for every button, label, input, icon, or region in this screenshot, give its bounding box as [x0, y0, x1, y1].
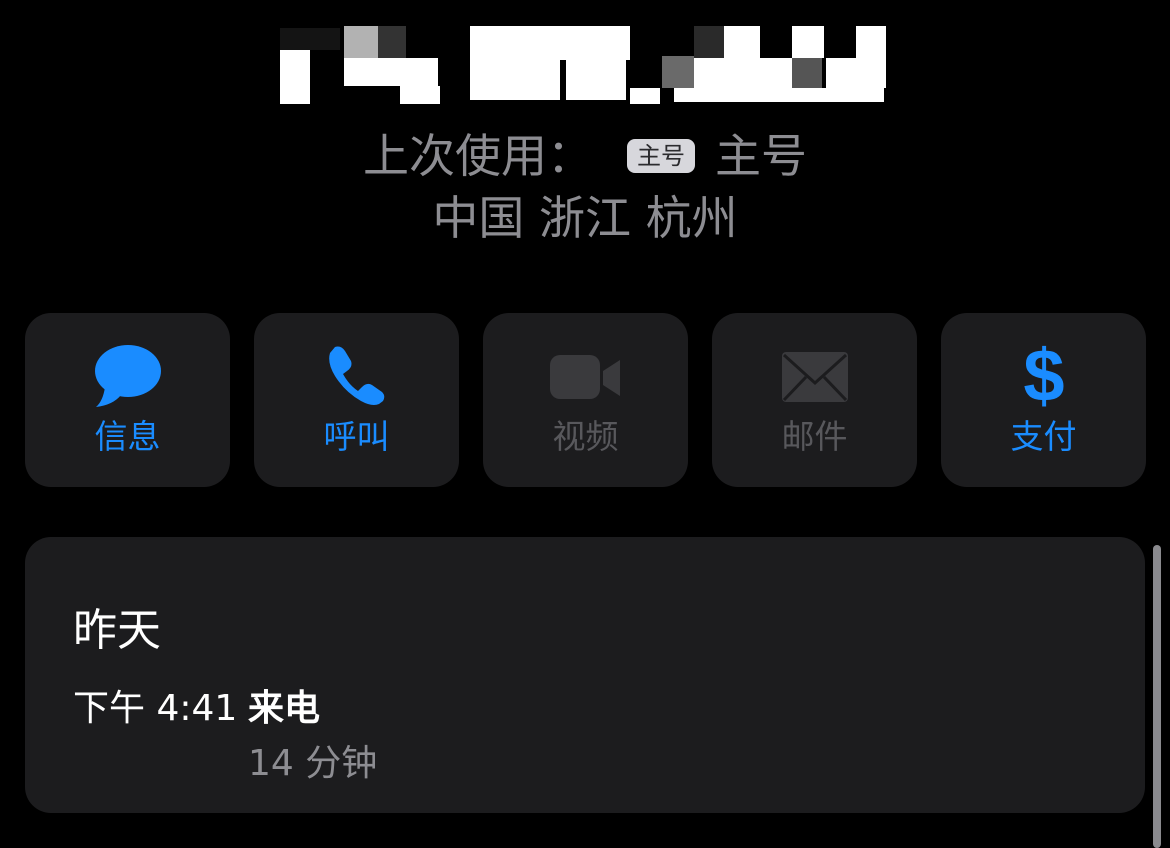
- location-text: 中国 浙江 杭州: [432, 191, 738, 245]
- last-used-line: 上次使用： 主号 主号: [0, 126, 1170, 186]
- call-time: 下午 4:41: [73, 688, 238, 729]
- phone-icon: [254, 343, 459, 413]
- mail-button[interactable]: 邮件: [712, 313, 917, 487]
- call-button[interactable]: 呼叫: [254, 313, 459, 487]
- pay-button-label: 支付: [1010, 417, 1077, 456]
- message-button-label: 信息: [94, 417, 161, 456]
- recent-calls-card: 昨天 下午 4:41 来电 14 分钟: [25, 537, 1145, 813]
- video-camera-icon: [483, 343, 688, 413]
- video-button[interactable]: 视频: [483, 313, 688, 487]
- message-bubble-icon: [25, 343, 230, 413]
- envelope-icon: [712, 343, 917, 413]
- phone-number-redacted: [270, 18, 900, 110]
- vertical-scrollbar[interactable]: [1153, 545, 1161, 848]
- message-button[interactable]: 信息: [25, 313, 230, 487]
- video-button-label: 视频: [552, 417, 619, 456]
- pixelation-mask: [280, 26, 886, 104]
- sim-badge: 主号: [627, 139, 695, 173]
- mail-button-label: 邮件: [781, 417, 848, 456]
- svg-text:$: $: [1023, 339, 1064, 411]
- call-button-label: 呼叫: [323, 417, 390, 456]
- last-used-label: 上次使用：: [363, 129, 593, 183]
- action-buttons-row: 信息 呼叫 视频 邮件 $ 支付: [25, 313, 1146, 487]
- call-duration: 14 分钟: [248, 743, 378, 784]
- call-day-heading: 昨天: [73, 605, 161, 656]
- dollar-icon: $: [941, 339, 1146, 413]
- pay-button[interactable]: $ 支付: [941, 313, 1146, 487]
- sim-name: 主号: [715, 129, 807, 183]
- contact-detail-screen: 上次使用： 主号 主号 中国 浙江 杭州 信息 呼叫 视频 邮件 $ 支付 昨天…: [0, 0, 1170, 848]
- call-type: 来电: [248, 688, 321, 729]
